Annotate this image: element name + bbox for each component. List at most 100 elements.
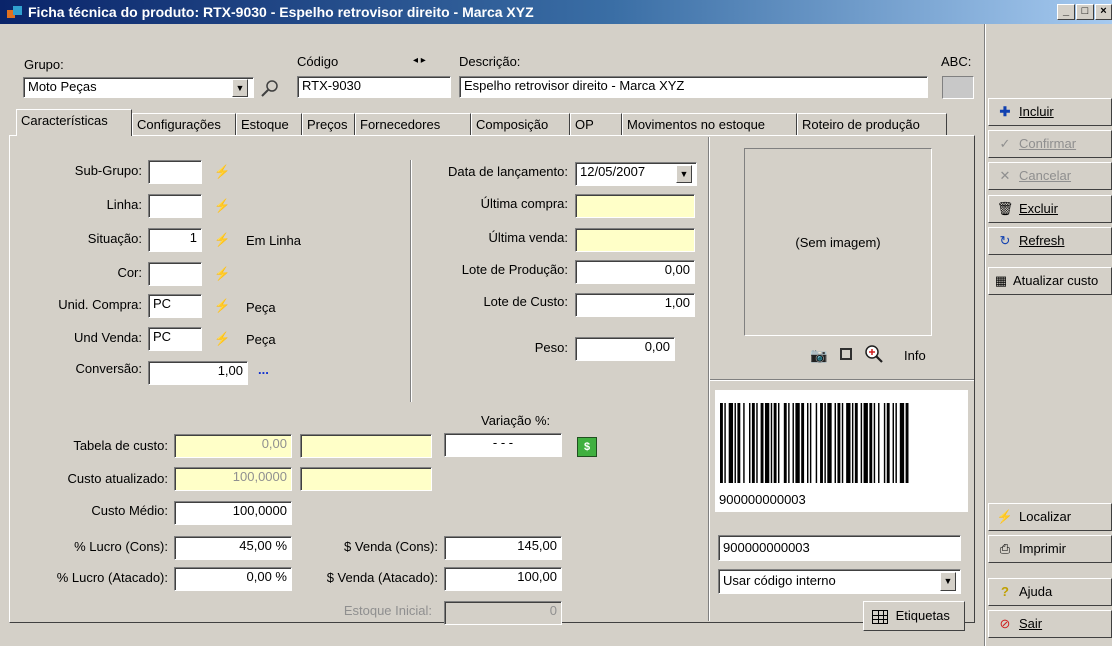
unid-compra-desc: Peça: [246, 300, 276, 315]
camera-icon[interactable]: 📷: [810, 347, 827, 364]
separator: [710, 379, 974, 381]
linha-field[interactable]: [148, 194, 202, 218]
barcode-bar: [795, 403, 800, 483]
etiquetas-button[interactable]: Etiquetas: [863, 601, 965, 631]
barcode-mode-select[interactable]: Usar código interno: [718, 569, 961, 594]
barcode-bar: [905, 403, 909, 483]
venda-atacado-field[interactable]: 100,00: [444, 567, 562, 591]
custo-medio-field[interactable]: 100,0000: [174, 501, 292, 525]
atualizar-custo-button[interactable]: ▦ Atualizar custo: [988, 267, 1112, 295]
minimize-button[interactable]: _: [1057, 4, 1075, 20]
barcode-bar: [869, 403, 873, 483]
tabela-custo-name-field: [300, 434, 432, 458]
barcode-bar: [760, 403, 764, 483]
lucro-cons-field[interactable]: 45,00 %: [174, 536, 292, 560]
search-icon[interactable]: [258, 79, 280, 97]
tab-fornecedores[interactable]: Fornecedores: [355, 113, 471, 135]
barcode-bar: [886, 403, 890, 483]
zoom-in-icon[interactable]: [864, 344, 884, 364]
info-link[interactable]: Info: [904, 348, 926, 363]
binoculars-icon[interactable]: ⚡: [214, 298, 234, 316]
refresh-icon: ↻: [999, 233, 1011, 248]
barcode-bar: [863, 403, 868, 483]
und-venda-field[interactable]: PC: [148, 327, 202, 351]
lucro-atacado-field[interactable]: 0,00 %: [174, 567, 292, 591]
binoculars-icon[interactable]: ⚡: [214, 198, 234, 216]
barcode-image: [720, 403, 909, 483]
tab-roteiro-producao[interactable]: Roteiro de produção: [797, 113, 947, 135]
barcode-bar: [756, 403, 758, 483]
situacao-label: Situação:: [87, 231, 142, 246]
barcode-bar: [720, 403, 723, 483]
venda-cons-field[interactable]: 145,00: [444, 536, 562, 560]
maximize-button[interactable]: □: [1076, 4, 1094, 20]
excluir-button[interactable]: 🗑 Excluir: [988, 195, 1112, 223]
confirmar-button[interactable]: ✓ Confirmar: [988, 130, 1112, 158]
unid-compra-field[interactable]: PC: [148, 294, 202, 318]
tab-movimentos-estoque[interactable]: Movimentos no estoque: [622, 113, 797, 135]
grupo-select[interactable]: Moto Peças: [23, 77, 254, 98]
imprimir-button[interactable]: ⎙ Imprimir: [988, 535, 1112, 563]
date-dropdown-arrow[interactable]: ▼: [676, 165, 692, 183]
tab-caracteristicas[interactable]: Características: [16, 109, 132, 136]
variacao-field: - - -: [444, 433, 562, 457]
cancelar-button[interactable]: ✕ Cancelar: [988, 162, 1112, 190]
grid-icon: [872, 609, 888, 624]
custo-medio-label: Custo Médio:: [91, 503, 168, 518]
barcode-code-field[interactable]: 900000000003: [718, 535, 961, 561]
variacao-label: Variação %:: [481, 413, 551, 428]
barcode-bar: [892, 403, 894, 483]
dollar-icon[interactable]: $: [577, 437, 597, 457]
no-image-text: (Sem imagem): [795, 235, 881, 250]
cor-field[interactable]: [148, 262, 202, 286]
tab-op[interactable]: OP: [570, 113, 622, 135]
subgrupo-label: Sub-Grupo:: [74, 163, 142, 178]
tab-composicao[interactable]: Composição: [471, 113, 570, 135]
trash-icon: 🗑: [996, 201, 1014, 216]
barcode-bar: [770, 403, 773, 483]
conversao-more-button[interactable]: ...: [258, 362, 269, 377]
barcode-bar: [873, 403, 876, 483]
unid-compra-label: Unid. Compra:: [58, 297, 142, 312]
binoculars-icon: ⚡: [996, 509, 1014, 524]
prev-next-arrows[interactable]: ◂ ▸: [413, 55, 426, 66]
barcode-bar: [899, 403, 905, 483]
barcode-bar: [815, 403, 818, 483]
peso-label: Peso:: [534, 340, 568, 355]
refresh-button[interactable]: ↻ Refresh: [988, 227, 1112, 255]
codigo-field[interactable]: RTX-9030: [297, 76, 451, 98]
binoculars-icon[interactable]: ⚡: [214, 232, 234, 250]
barcode-bar: [883, 403, 886, 483]
incluir-button[interactable]: ✚ Incluir: [988, 98, 1112, 126]
venda-atacado-label: $ Venda (Atacado):: [326, 570, 438, 585]
subgrupo-field[interactable]: [148, 160, 202, 184]
lote-custo-field[interactable]: 1,00: [575, 293, 695, 317]
localizar-button[interactable]: ⚡ Localizar: [988, 503, 1112, 531]
ultima-venda-label: Última venda:: [488, 230, 568, 245]
close-button[interactable]: ×: [1095, 4, 1112, 20]
grupo-dropdown-arrow[interactable]: ▼: [232, 79, 248, 97]
barcode-mode-dropdown-arrow[interactable]: ▼: [940, 572, 956, 591]
crop-icon[interactable]: [837, 345, 855, 363]
situacao-field[interactable]: 1: [148, 228, 202, 252]
peso-field[interactable]: 0,00: [575, 337, 675, 361]
tab-estoque[interactable]: Estoque: [236, 113, 302, 135]
tab-configuracoes[interactable]: Configurações: [132, 113, 236, 135]
descricao-field[interactable]: Espelho retrovisor direito - Marca XYZ: [459, 76, 928, 98]
ajuda-button[interactable]: ? Ajuda: [988, 578, 1112, 606]
binoculars-icon[interactable]: ⚡: [214, 331, 234, 349]
lote-producao-field[interactable]: 0,00: [575, 260, 695, 284]
binoculars-icon[interactable]: ⚡: [214, 164, 234, 182]
sair-button[interactable]: ⊘ Sair: [988, 610, 1112, 638]
barcode-bar: [841, 403, 844, 483]
ultima-compra-label: Última compra:: [480, 196, 568, 211]
tab-precos[interactable]: Preços: [302, 113, 355, 135]
und-venda-desc: Peça: [246, 332, 276, 347]
barcode-bar: [724, 403, 726, 483]
barcode-bar: [809, 403, 812, 483]
barcode-bar: [860, 403, 863, 483]
binoculars-icon[interactable]: ⚡: [214, 266, 234, 284]
barcode-bar: [783, 403, 787, 483]
abc-field[interactable]: [942, 76, 974, 99]
conversao-field[interactable]: 1,00: [148, 361, 248, 385]
